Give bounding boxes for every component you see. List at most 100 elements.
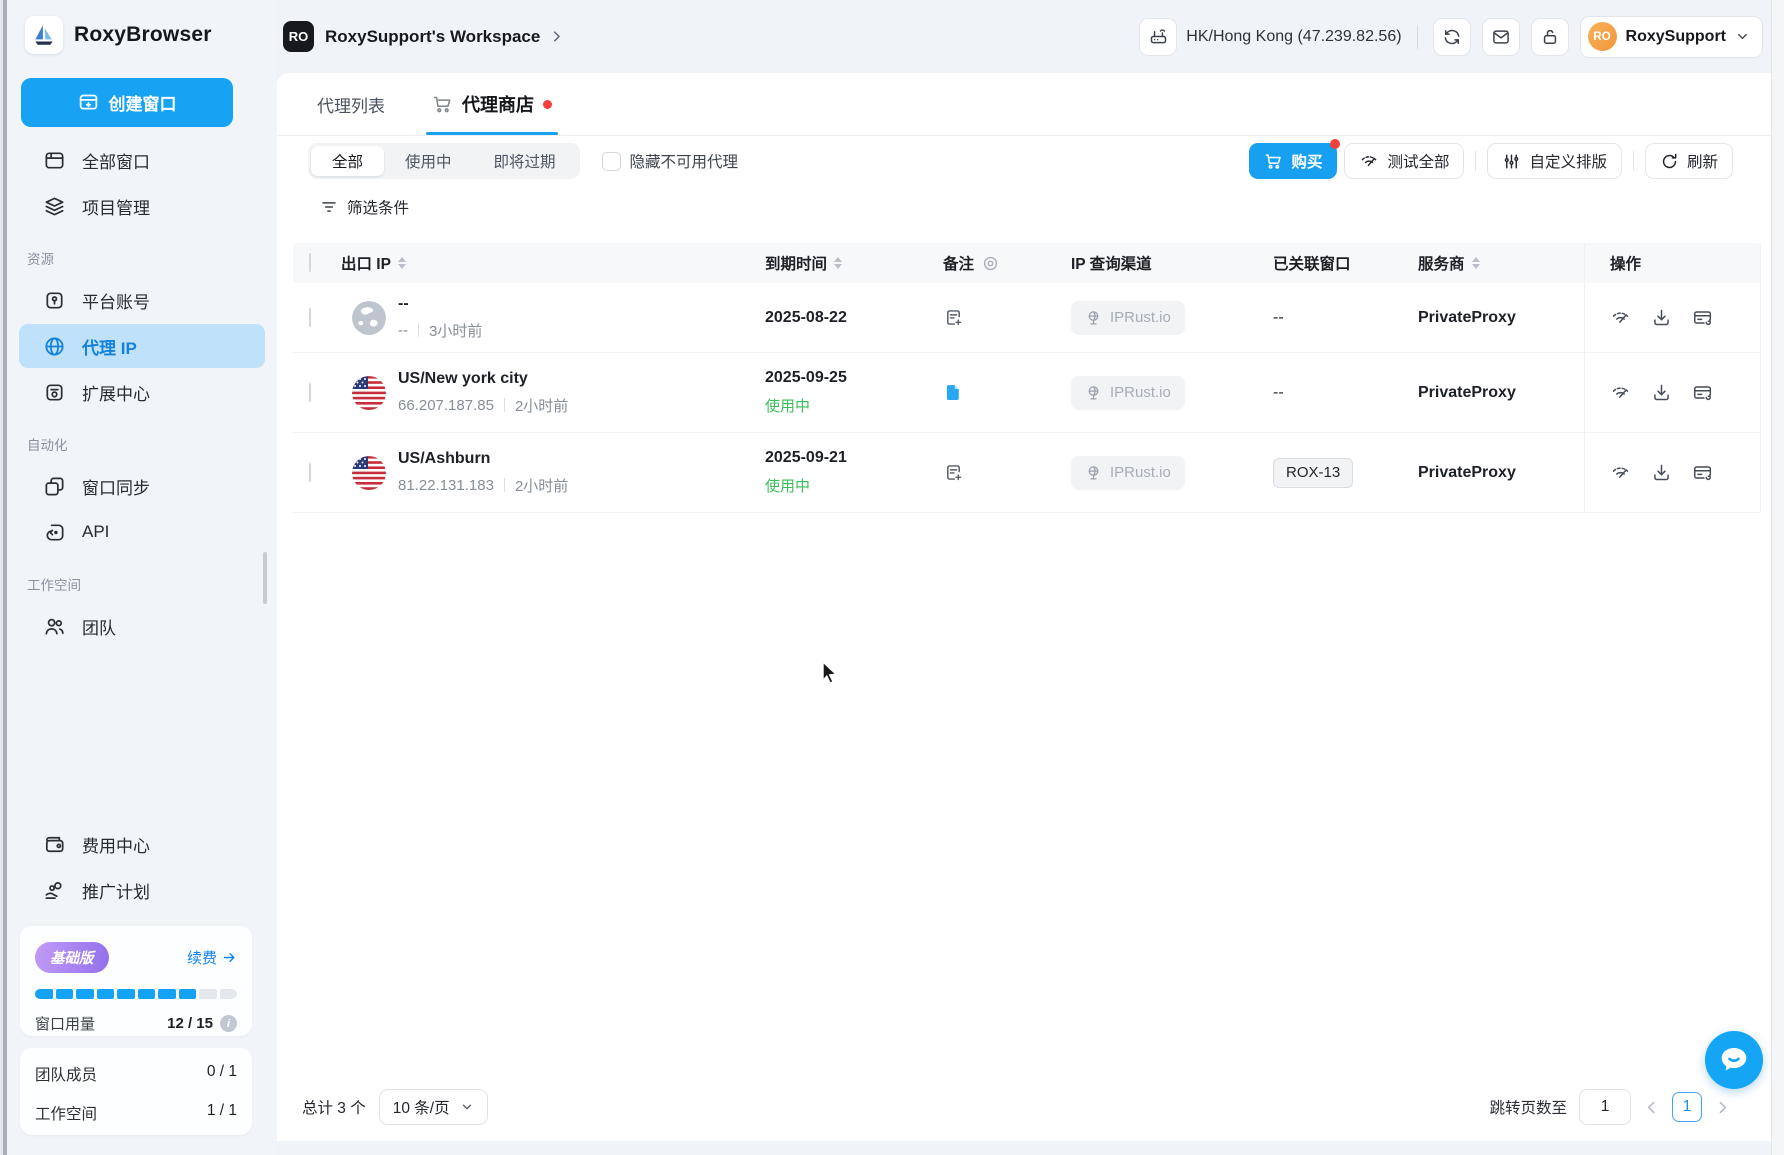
page-number-current[interactable]: 1 bbox=[1672, 1092, 1702, 1122]
funnel-icon bbox=[320, 198, 338, 216]
select-all-checkbox[interactable] bbox=[309, 253, 311, 272]
browser-window-icon bbox=[43, 149, 66, 172]
provider-name: PrivateProxy bbox=[1418, 309, 1516, 326]
row-checkbox[interactable] bbox=[309, 308, 311, 327]
filter-expiring[interactable]: 即将过期 bbox=[473, 146, 577, 176]
total-count: 总计 3 个 bbox=[302, 1096, 366, 1118]
chevron-down-icon bbox=[1735, 29, 1750, 44]
topbar-divider bbox=[1417, 25, 1418, 49]
arrow-right-icon bbox=[222, 950, 237, 965]
plan-card: 基础版 续费 窗口用量 12 / 15 i bbox=[20, 926, 252, 1036]
download-icon[interactable] bbox=[1651, 307, 1672, 328]
sidebar-item-billing[interactable]: 费用中心 bbox=[19, 822, 265, 866]
topbar-right: HK/Hong Kong (47.239.82.56) RO RoxySuppo… bbox=[1139, 16, 1763, 58]
header-note: 备注 bbox=[943, 252, 974, 274]
speed-test-icon[interactable] bbox=[1610, 307, 1631, 328]
section-workspace: 工作空间 bbox=[7, 556, 277, 602]
sidebar-item-api[interactable]: API bbox=[19, 510, 265, 554]
hide-unavailable-checkbox[interactable] bbox=[602, 152, 621, 171]
lock-button[interactable] bbox=[1531, 18, 1569, 56]
ip-channel-chip[interactable]: IPRust.io bbox=[1071, 456, 1185, 490]
sidebar-bottom-menu: 费用中心 推广计划 bbox=[7, 820, 277, 914]
filter-all[interactable]: 全部 bbox=[311, 146, 384, 176]
network-device-button[interactable] bbox=[1139, 18, 1177, 56]
renew-link[interactable]: 续费 bbox=[187, 947, 237, 968]
sidebar-item-platform-accounts[interactable]: 平台账号 bbox=[19, 278, 265, 322]
hide-unavailable-toggle[interactable]: 隐藏不可用代理 bbox=[602, 150, 739, 172]
speed-test-icon[interactable] bbox=[1610, 462, 1631, 483]
filter-in-use[interactable]: 使用中 bbox=[384, 146, 473, 176]
eye-toggle-icon[interactable] bbox=[981, 254, 1000, 273]
sidebar-scrollbar-thumb[interactable] bbox=[263, 552, 267, 604]
sidebar-item-window-sync[interactable]: 窗口同步 bbox=[19, 464, 265, 508]
linked-window-tag[interactable]: ROX-13 bbox=[1273, 458, 1353, 488]
stat-workspaces: 工作空间 1 / 1 bbox=[35, 1102, 237, 1124]
sidebar-item-projects[interactable]: 项目管理 bbox=[19, 184, 265, 228]
linked-window-value: -- bbox=[1273, 384, 1284, 401]
mail-icon bbox=[1491, 27, 1511, 47]
user-menu[interactable]: RO RoxySupport bbox=[1580, 16, 1763, 58]
filter-conditions-button[interactable]: 筛选条件 bbox=[320, 196, 409, 218]
refresh-icon bbox=[1660, 152, 1679, 171]
renew-order-icon[interactable] bbox=[1692, 462, 1714, 484]
extension-icon bbox=[43, 381, 66, 404]
header-actions: 操作 bbox=[1610, 252, 1641, 274]
sidebar-item-referral[interactable]: 推广计划 bbox=[19, 868, 265, 912]
custom-layout-button[interactable]: 自定义排版 bbox=[1487, 143, 1622, 179]
table-row[interactable]: US/New york city 66.207.187.85 2小时前 2025… bbox=[293, 353, 1761, 433]
usage-value: 12 / 15 bbox=[167, 1015, 213, 1032]
sync-button[interactable] bbox=[1433, 18, 1471, 56]
row-checkbox[interactable] bbox=[309, 383, 311, 402]
ip-channel-chip[interactable]: IPRust.io bbox=[1071, 376, 1185, 410]
section-resources: 资源 bbox=[7, 230, 277, 276]
download-icon[interactable] bbox=[1651, 462, 1672, 483]
user-name: RoxySupport bbox=[1626, 28, 1726, 46]
sidebar-item-extensions[interactable]: 扩展中心 bbox=[19, 370, 265, 414]
header-expire: 到期时间 bbox=[765, 252, 827, 274]
support-chat-button[interactable] bbox=[1705, 1031, 1763, 1089]
sort-icon[interactable] bbox=[398, 257, 406, 269]
mail-button[interactable] bbox=[1482, 18, 1520, 56]
table-row[interactable]: -- -- 3小时前 2025-08-22 bbox=[293, 283, 1761, 353]
window-plus-icon bbox=[78, 92, 99, 113]
linked-window-value: -- bbox=[1273, 309, 1284, 326]
note-filled-icon[interactable] bbox=[943, 382, 1071, 403]
next-page-arrow-icon[interactable] bbox=[1714, 1099, 1731, 1116]
speed-test-icon[interactable] bbox=[1610, 382, 1631, 403]
unlock-icon bbox=[1540, 27, 1560, 47]
cart-icon bbox=[1264, 152, 1283, 171]
sort-icon[interactable] bbox=[1472, 257, 1480, 269]
chat-bubble-icon bbox=[1717, 1043, 1751, 1077]
workspace-name[interactable]: RoxySupport's Workspace bbox=[325, 27, 540, 47]
create-window-button[interactable]: 创建窗口 bbox=[21, 78, 233, 127]
chevron-right-icon[interactable] bbox=[549, 29, 564, 44]
sort-icon[interactable] bbox=[834, 257, 842, 269]
toolbar: 全部 使用中 即将过期 隐藏不可用代理 购买 测试全部 bbox=[308, 143, 1733, 179]
tab-proxy-store[interactable]: 代理商店 bbox=[432, 73, 552, 135]
refresh-button[interactable]: 刷新 bbox=[1645, 143, 1733, 179]
download-icon[interactable] bbox=[1651, 382, 1672, 403]
tab-proxy-list[interactable]: 代理列表 bbox=[317, 73, 385, 135]
sidebar-item-proxy-ip[interactable]: 代理 IP bbox=[19, 324, 265, 368]
add-note-icon[interactable] bbox=[943, 307, 1071, 328]
table-row[interactable]: US/Ashburn 81.22.131.183 2小时前 2025-09-21… bbox=[293, 433, 1761, 513]
page-size-select[interactable]: 10 条/页 bbox=[379, 1089, 488, 1125]
row-checkbox[interactable] bbox=[309, 463, 311, 482]
prev-page-arrow-icon[interactable] bbox=[1643, 1099, 1660, 1116]
ip-channel-chip[interactable]: IPRust.io bbox=[1071, 301, 1185, 335]
info-icon[interactable]: i bbox=[220, 1015, 237, 1032]
add-note-icon[interactable] bbox=[943, 462, 1071, 483]
test-all-button[interactable]: 测试全部 bbox=[1344, 143, 1464, 179]
renew-order-icon[interactable] bbox=[1692, 382, 1714, 404]
window-scrollbar-track[interactable] bbox=[1771, 0, 1784, 1155]
buy-button[interactable]: 购买 bbox=[1249, 143, 1337, 179]
sidebar-item-team[interactable]: 团队 bbox=[19, 604, 265, 648]
renew-order-icon[interactable] bbox=[1692, 307, 1714, 329]
api-code-icon bbox=[43, 521, 66, 544]
section-automation: 自动化 bbox=[7, 416, 277, 462]
mouse-cursor bbox=[818, 660, 842, 686]
sub-divider bbox=[418, 323, 419, 337]
sidebar-item-all-windows[interactable]: 全部窗口 bbox=[19, 138, 265, 182]
jump-to-page-input[interactable] bbox=[1579, 1089, 1631, 1125]
keyhole-lock-icon bbox=[43, 289, 66, 312]
